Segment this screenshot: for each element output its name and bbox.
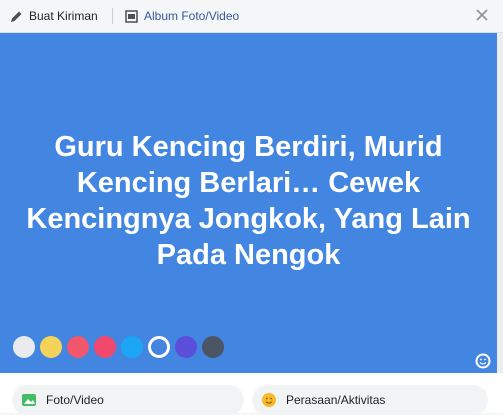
tab-divider [112,8,113,24]
pencil-icon [9,9,23,23]
color-swatch-8[interactable] [202,336,224,358]
color-swatch-7[interactable] [175,336,197,358]
smiley-icon [260,391,278,409]
background-color-picker [13,336,224,360]
post-background-canvas[interactable]: Guru Kencing Berdiri, Murid Kencing Berl… [0,33,497,373]
color-swatch-1[interactable] [13,336,35,358]
feeling-activity-label: Perasaan/Aktivitas [286,393,386,407]
color-swatch-3[interactable] [67,336,89,358]
scrollbar[interactable] [497,33,503,373]
color-swatch-4[interactable] [94,336,116,358]
color-swatch-6[interactable] [148,336,170,358]
photo-video-button[interactable]: Foto/Video [12,385,244,415]
photo-album-icon [124,9,138,23]
color-swatch-2[interactable] [40,336,62,358]
tab-photo-album-label: Album Foto/Video [144,9,240,23]
photo-video-label: Foto/Video [46,393,104,407]
post-text[interactable]: Guru Kencing Berdiri, Murid Kencing Berl… [20,129,477,273]
feeling-activity-button[interactable]: Perasaan/Aktivitas [252,385,488,415]
emoji-icon[interactable] [475,353,491,369]
photo-icon [20,391,38,409]
composer-actions: Foto/Video Perasaan/Aktivitas [0,373,503,415]
tab-create-post-label: Buat Kiriman [29,9,98,23]
composer-header: Buat Kiriman Album Foto/Video [0,0,503,33]
tab-photo-album[interactable]: Album Foto/Video [124,0,239,32]
close-icon[interactable] [471,4,493,26]
color-swatch-5[interactable] [121,336,143,358]
tab-create-post[interactable]: Buat Kiriman [9,0,98,32]
